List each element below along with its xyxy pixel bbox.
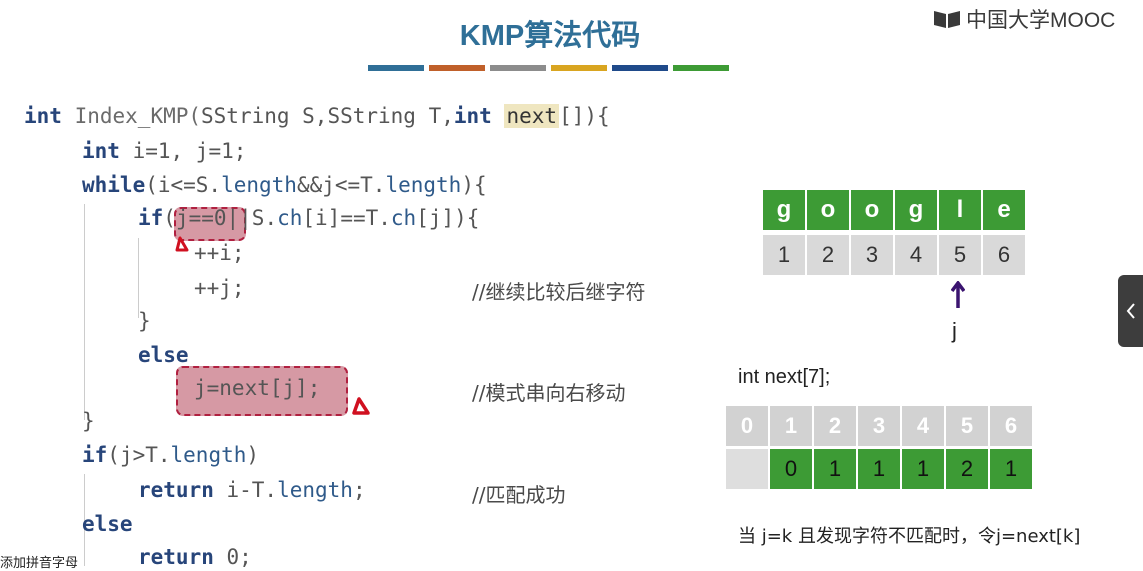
next-value: 1 [902,449,944,489]
next-index: 6 [990,406,1032,446]
code-text: (j>T. [107,443,171,467]
next-array-declaration: int next[7]; [738,366,831,388]
code-text: SString S,SString T, [201,104,454,128]
next-value-row: 0 1 1 1 2 1 [726,449,1034,489]
next-value: 0 [770,449,812,489]
code-line-3: while(i<=S.length&&j<=T.length){ [82,173,487,197]
code-text: []){ [559,104,610,128]
code-text: [j]){ [416,206,480,230]
pen-mark-icon [352,397,370,415]
next-index: 2 [814,406,856,446]
code-text: [i]==T. [302,206,391,230]
next-index-row: 0 1 2 3 4 5 6 [726,406,1034,446]
logo-text: 中国大学MOOC [966,9,1116,32]
chevron-left-icon [1126,303,1135,319]
collapse-panel-tab[interactable] [1118,275,1143,347]
pointer-j-label: j [952,318,957,343]
pattern-index: 5 [939,235,981,275]
code-line-13: else [82,512,133,536]
pattern-index-row: 1 2 3 4 5 6 [763,235,1027,275]
keyword: if [138,206,164,230]
pattern-char: l [939,190,981,230]
next-value: 1 [814,449,856,489]
pattern-char: g [895,190,937,230]
next-index: 1 [770,406,812,446]
code-line-2: int i=1, j=1; [82,139,246,163]
arrow-up-icon [951,281,965,308]
code-line-14: return 0; [138,545,252,569]
code-text: Index_KMP( [61,104,202,128]
member: length [170,443,247,467]
code-text: 0; [213,545,252,569]
pattern-char: g [763,190,805,230]
mismatch-note: 当 j=k 且发现字符不匹配时，令j=next[k] [738,526,1081,547]
code-block: int Index_KMP(SString S,SString T,int ne… [0,0,720,569]
pen-mark-icon [175,236,189,252]
keyword: int [82,139,120,163]
pattern-index: 6 [983,235,1025,275]
pattern-char: e [983,190,1025,230]
highlighted-next: next [504,104,560,128]
code-text: ){ [461,173,487,197]
member: ch [277,206,303,230]
code-text: i-T. [213,478,278,502]
indent-guide [138,238,139,318]
code-line-4: if(j==0||S.ch[i]==T.ch[j]){ [138,206,479,230]
code-line-6: ++j; [194,276,245,300]
next-value: 2 [946,449,988,489]
indent-guide [84,204,85,420]
book-icon [934,11,960,28]
pattern-char-row: g o o g l e [763,190,1027,230]
keyword: if [82,443,108,467]
pattern-char: o [851,190,893,230]
code-line-7: } [138,309,151,333]
code-text: (i<=S. [145,173,222,197]
keyword: int [453,104,492,128]
keyword: return [138,478,214,502]
code-text: i=1, j=1; [119,139,247,163]
member: length [385,173,462,197]
next-value: 1 [858,449,900,489]
pattern-index: 3 [851,235,893,275]
member: length [221,173,297,197]
code-line-1: int Index_KMP(SString S,SString T,int ne… [24,104,610,128]
code-line-10: } [82,409,95,433]
mooc-logo: 中国大学MOOC [932,4,1115,34]
next-value: 1 [990,449,1032,489]
next-index: 3 [858,406,900,446]
next-index: 4 [902,406,944,446]
next-value-empty [726,449,768,489]
comment-continue: //继续比较后继字符 [472,280,646,304]
keyword: return [138,545,214,569]
pattern-index: 4 [895,235,937,275]
comment-shift: //模式串向右移动 [472,381,626,405]
member: ch [390,206,417,230]
next-index: 5 [946,406,988,446]
pattern-index: 2 [807,235,849,275]
comment-success: //匹配成功 [472,483,566,507]
pattern-index: 1 [763,235,805,275]
keyword: while [82,173,146,197]
next-index: 0 [726,406,768,446]
code-text: (j==0||S. [163,206,278,230]
code-line-9: j=next[j]; [194,376,321,400]
keyword: int [24,104,62,128]
bottom-caption: 添加拼音字母 [0,556,79,571]
code-line-12: return i-T.length; [138,478,366,502]
code-text: ; [352,478,366,502]
pattern-char: o [807,190,849,230]
member: length [277,478,353,502]
code-line-11: if(j>T.length) [82,443,259,467]
code-line-5: ++i; [194,241,245,265]
code-line-8: else [138,343,189,367]
code-text: ) [246,443,260,467]
code-text: &&j<=T. [296,173,386,197]
